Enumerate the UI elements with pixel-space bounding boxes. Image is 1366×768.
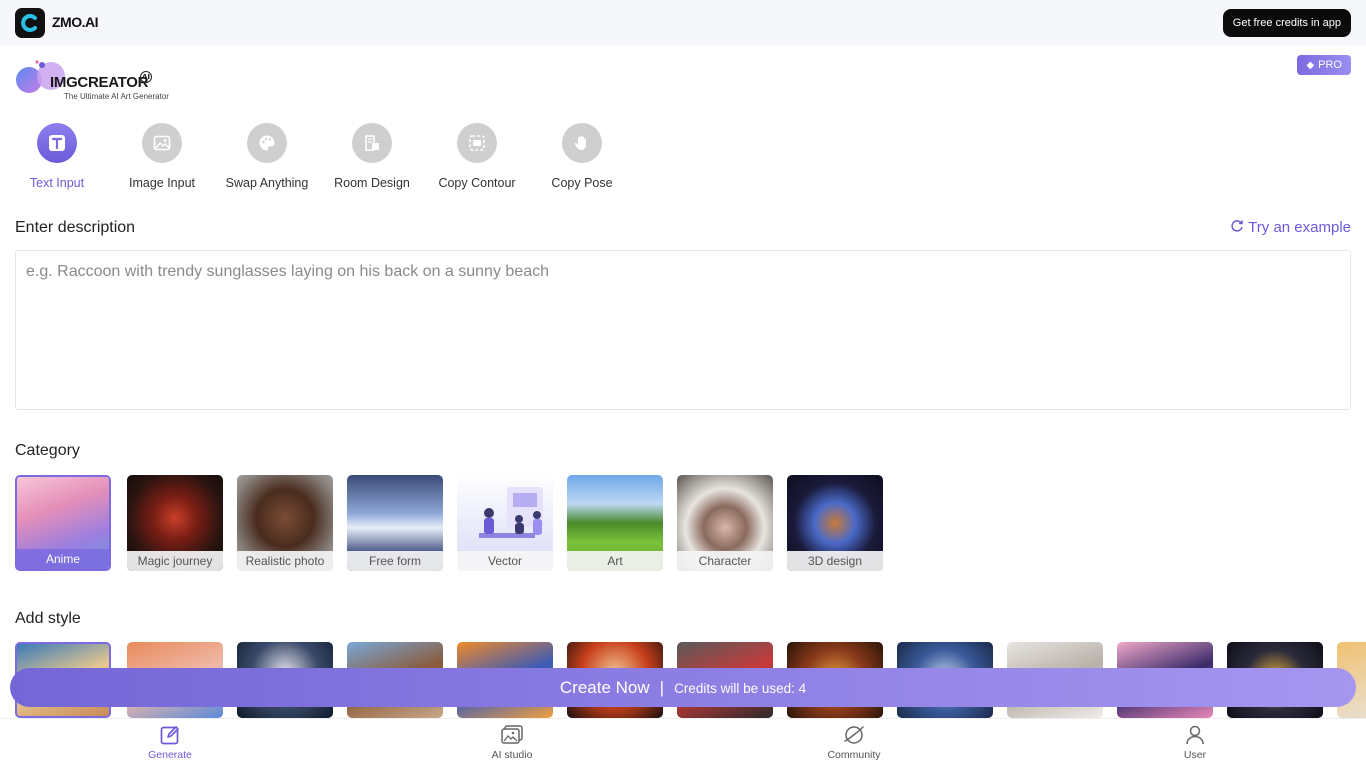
credits-used-text: Credits will be used: 4 xyxy=(674,681,807,696)
category-card-anime[interactable]: Anime xyxy=(15,475,111,571)
tab-image-input[interactable]: Image Input xyxy=(110,123,214,190)
category-label: Character xyxy=(677,551,773,571)
top-bar: ZMO.AI Get free credits in app xyxy=(0,0,1366,45)
refresh-icon xyxy=(1231,220,1243,232)
nav-community[interactable]: Community xyxy=(794,724,914,761)
tab-label: Image Input xyxy=(128,176,195,190)
tab-label: Text Input xyxy=(29,176,85,190)
tab-label: Swap Anything xyxy=(225,176,309,190)
category-label: Anime xyxy=(17,549,109,569)
add-style-title: Add style xyxy=(15,610,81,627)
planet-icon xyxy=(844,726,864,744)
category-title: Category xyxy=(15,442,80,459)
create-separator: | xyxy=(659,678,665,697)
create-now-button[interactable]: Create Now | Credits will be used: 4 xyxy=(10,668,1356,707)
tab-copy-pose[interactable]: Copy Pose xyxy=(530,123,634,190)
brand-ai-mark: AI xyxy=(140,71,152,83)
tab-label: Copy Pose xyxy=(551,176,613,190)
tab-text-input[interactable]: Text Input xyxy=(5,123,109,190)
category-label: 3D design xyxy=(787,551,883,571)
nav-generate[interactable]: Generate xyxy=(110,724,230,761)
room-icon xyxy=(352,123,392,163)
brand-name: IMGCREATOR xyxy=(50,74,149,91)
edit-icon xyxy=(160,726,179,745)
category-card-vector[interactable]: Vector xyxy=(457,475,553,571)
category-label: Vector xyxy=(457,551,553,571)
tab-label: Room Design xyxy=(334,176,410,190)
contour-icon xyxy=(457,123,497,163)
category-label: Free form xyxy=(347,551,443,571)
palette-icon xyxy=(247,123,287,163)
app-name[interactable]: ZMO.AI xyxy=(52,14,99,30)
nav-ai-studio[interactable]: AI studio xyxy=(452,724,572,761)
get-free-credits-button[interactable]: Get free credits in app xyxy=(1222,9,1351,37)
try-example-link[interactable]: Try an example xyxy=(1230,219,1351,236)
create-now-label: Create Now xyxy=(559,678,650,697)
input-mode-tabs: Text Input Image Input Swap Anything Roo… xyxy=(15,123,635,193)
description-title: Enter description xyxy=(15,219,136,236)
diamond-icon: ◆ xyxy=(1306,60,1315,71)
nav-label: Community xyxy=(827,749,881,761)
nav-label: Generate xyxy=(148,749,192,761)
nav-user[interactable]: User xyxy=(1135,724,1255,761)
category-card-free-form[interactable]: Free form xyxy=(347,475,443,571)
category-label: Magic journey xyxy=(127,551,223,571)
nav-label: User xyxy=(1183,749,1207,761)
image-icon xyxy=(142,123,182,163)
user-icon xyxy=(1186,725,1204,745)
description-input[interactable] xyxy=(15,250,1351,410)
tab-room-design[interactable]: Room Design xyxy=(320,123,424,190)
category-label: Realistic photo xyxy=(237,551,333,571)
nav-label: AI studio xyxy=(491,749,533,761)
pro-label: PRO xyxy=(1318,59,1342,71)
category-label: Art xyxy=(567,551,663,571)
tab-swap-anything[interactable]: Swap Anything xyxy=(215,123,319,190)
category-card-3d-design[interactable]: 3D design xyxy=(787,475,883,571)
tab-label: Copy Contour xyxy=(438,176,516,190)
category-list: Anime Magic journey Realistic photo Free… xyxy=(15,475,895,575)
category-card-art[interactable]: Art xyxy=(567,475,663,571)
tab-copy-contour[interactable]: Copy Contour xyxy=(425,123,529,190)
category-card-magic-journey[interactable]: Magic journey xyxy=(127,475,223,571)
zmo-logo-icon[interactable] xyxy=(15,8,45,38)
text-icon xyxy=(37,123,77,163)
bottom-nav: Generate AI studio Community User xyxy=(0,718,1366,768)
pro-badge[interactable]: ◆ PRO xyxy=(1297,55,1351,75)
category-card-realistic-photo[interactable]: Realistic photo xyxy=(237,475,333,571)
try-example-label: Try an example xyxy=(1248,219,1351,236)
brand-tagline: The Ultimate AI Art Generator xyxy=(64,92,169,101)
category-card-character[interactable]: Character xyxy=(677,475,773,571)
hand-icon xyxy=(562,123,602,163)
gallery-icon xyxy=(501,725,523,744)
